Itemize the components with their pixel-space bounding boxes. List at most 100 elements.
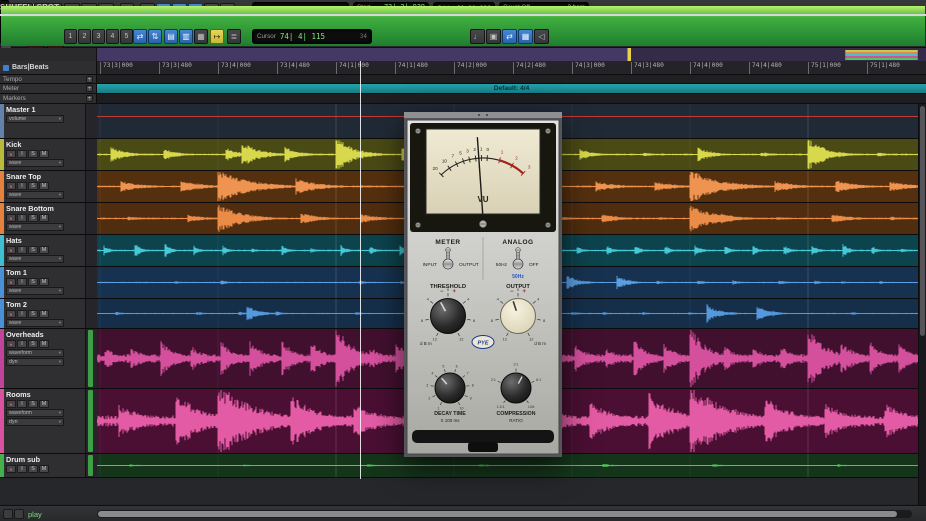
bars-ruler-lane[interactable]: 73|3|00073|3|48073|4|00073|4|48074|1|000… [97, 61, 926, 74]
input-monitor-button[interactable]: I [17, 246, 27, 254]
input-monitor-button[interactable]: I [17, 278, 27, 286]
decay-time-knob[interactable] [435, 373, 465, 403]
solo-button[interactable]: S [28, 246, 38, 254]
solo-button[interactable]: S [28, 150, 38, 158]
track-header-tom-2[interactable]: Tom 2●ISMwave▾ [0, 299, 85, 328]
record-button[interactable]: ● [6, 400, 16, 408]
tempo-ruler-conform-button[interactable]: ▦ [518, 29, 533, 44]
input-monitor-button[interactable]: I [17, 310, 27, 318]
compressor-plugin-window[interactable]: 2010753210123 VU METER ANALOG INPUT OUTP… [404, 112, 562, 457]
compression-ratio-knob[interactable] [501, 373, 531, 403]
universe-strip[interactable] [97, 48, 926, 61]
pre-roll-button[interactable]: ◁ [534, 29, 549, 44]
bottom-left-button-2[interactable] [14, 509, 24, 519]
mute-button[interactable]: M [39, 465, 49, 473]
input-monitor-button[interactable]: I [17, 400, 27, 408]
track-header-tom-1[interactable]: Tom 1●ISMwave▾ [0, 267, 85, 298]
input-monitor-button[interactable]: I [17, 340, 27, 348]
vertical-scrollbar[interactable] [918, 104, 926, 505]
add-marker-button[interactable]: + [86, 95, 93, 102]
link-track-edit-button[interactable]: ⇅ [148, 29, 162, 44]
mirror-midi-button[interactable]: ≣ [227, 29, 241, 44]
count-in-button[interactable]: ▣ [486, 29, 501, 44]
zoom-preset-4-button[interactable]: 4 [106, 29, 119, 44]
plugin-window-drag-strip[interactable] [404, 112, 562, 118]
tempo-ruler-header[interactable]: Tempo + [0, 75, 97, 83]
horizontal-scrollbar-thumb[interactable] [98, 511, 897, 517]
mute-button[interactable]: M [39, 278, 49, 286]
tempo-ruler-lane[interactable] [97, 75, 926, 83]
output-level-meter[interactable] [0, 0, 9, 44]
zoom-preset-3-button[interactable]: 3 [92, 29, 105, 44]
waveform-selector[interactable]: waveform▾ [6, 409, 64, 417]
wave-selector[interactable]: wave▾ [6, 191, 64, 199]
wave-selector[interactable]: wave▾ [6, 319, 64, 327]
midi-merge-button[interactable]: ⇄ [502, 29, 517, 44]
track-header-hats[interactable]: Hats●ISMwave▾ [0, 235, 85, 266]
record-button[interactable]: ● [6, 340, 16, 348]
zoom-preset-1-button[interactable]: 1 [64, 29, 77, 44]
input-monitor-button[interactable]: I [17, 465, 27, 473]
record-button[interactable]: ● [6, 150, 16, 158]
mute-button[interactable]: M [39, 340, 49, 348]
mute-button[interactable]: M [39, 310, 49, 318]
mute-button[interactable]: M [39, 182, 49, 190]
input-monitor-button[interactable]: I [17, 182, 27, 190]
input-monitor-button[interactable]: I [17, 150, 27, 158]
scroll-options-button[interactable]: ▥ [179, 29, 193, 44]
mute-button[interactable]: M [39, 400, 49, 408]
grid-display-button[interactable]: ▦ [194, 29, 208, 44]
link-timeline-edit-button[interactable]: ⇄ [133, 29, 147, 44]
track-header-master-1[interactable]: Master 1volume▾ [0, 104, 85, 138]
zoom-preset-5-button[interactable]: 5 [120, 29, 133, 44]
track-lane-drum-sub[interactable] [97, 454, 918, 477]
meter-ruler-header[interactable]: Meter + [0, 84, 97, 93]
dyn-selector[interactable]: dyn▾ [6, 358, 64, 366]
wave-selector[interactable]: wave▾ [6, 223, 64, 231]
horizontal-scrollbar[interactable] [97, 510, 912, 518]
record-button[interactable]: ● [6, 310, 16, 318]
volume-selector[interactable]: volume▾ [6, 115, 64, 123]
mute-button[interactable]: M [39, 150, 49, 158]
zoom-preset-2-button[interactable]: 2 [78, 29, 91, 44]
record-button[interactable]: ● [6, 182, 16, 190]
output-knob[interactable] [501, 299, 536, 334]
record-button[interactable]: ● [6, 465, 16, 473]
bottom-left-button-1[interactable] [3, 509, 13, 519]
threshold-knob[interactable] [431, 299, 466, 334]
solo-button[interactable]: S [28, 340, 38, 348]
input-monitor-button[interactable]: I [17, 214, 27, 222]
record-button[interactable]: ● [6, 214, 16, 222]
record-button[interactable]: ● [6, 278, 16, 286]
vertical-scrollbar-thumb[interactable] [920, 106, 925, 336]
meter-ruler-lane[interactable]: Default: 4/4 [97, 84, 926, 93]
waveform-selector[interactable]: waveform▾ [6, 349, 64, 357]
wave-selector[interactable]: wave▾ [6, 159, 64, 167]
track-header-overheads[interactable]: Overheads●ISMwaveform▾dyn▾ [0, 329, 85, 388]
track-header-snare-bottom[interactable]: Snare Bottom●ISMwave▾ [0, 203, 85, 234]
track-header-snare-top[interactable]: Snare Top●ISMwave▾ [0, 171, 85, 202]
solo-button[interactable]: S [28, 310, 38, 318]
solo-button[interactable]: S [28, 182, 38, 190]
solo-button[interactable]: S [28, 400, 38, 408]
meter-event-default[interactable]: Default: 4/4 [97, 84, 926, 93]
solo-button[interactable]: S [28, 465, 38, 473]
universe-view-region[interactable] [97, 48, 628, 61]
insertion-follows-playback-button[interactable]: ▤ [164, 29, 178, 44]
playhead-cursor[interactable] [360, 61, 361, 479]
mute-button[interactable]: M [39, 246, 49, 254]
dyn-selector[interactable]: dyn▾ [6, 418, 64, 426]
add-tempo-event-button[interactable]: + [86, 76, 93, 83]
solo-button[interactable]: S [28, 278, 38, 286]
track-header-drum-sub[interactable]: Drum sub●ISM [0, 454, 85, 477]
markers-ruler-header[interactable]: Markers + [0, 94, 97, 103]
tab-to-transient-button[interactable]: ↦ [210, 29, 224, 44]
record-button[interactable]: ● [6, 246, 16, 254]
wave-selector[interactable]: wave▾ [6, 255, 64, 263]
meter-fader-handle[interactable] [0, 14, 9, 16]
wave-selector[interactable]: wave▾ [6, 287, 64, 295]
add-meter-event-button[interactable]: + [86, 85, 93, 92]
track-header-kick[interactable]: Kick●ISMwave▾ [0, 139, 85, 170]
mute-button[interactable]: M [39, 214, 49, 222]
markers-ruler-lane[interactable] [97, 94, 926, 103]
